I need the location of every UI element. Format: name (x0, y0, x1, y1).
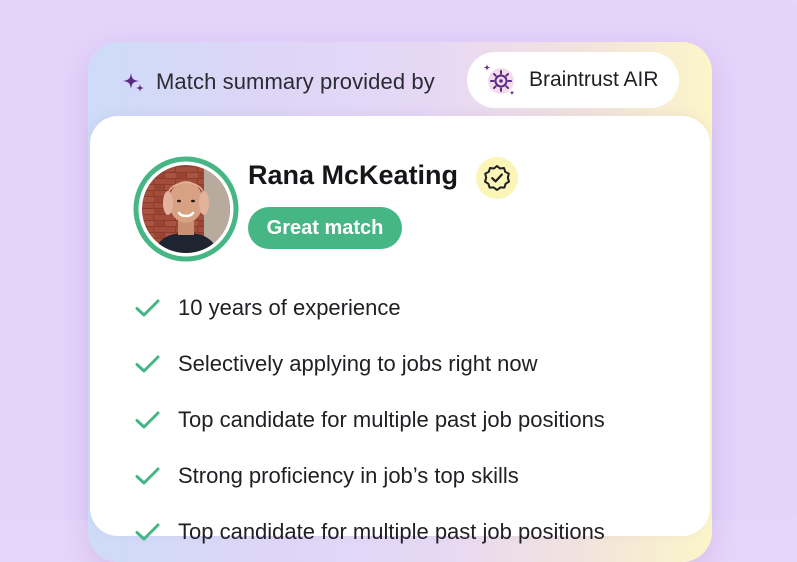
brand-pill[interactable]: Braintrust AIR (467, 52, 679, 108)
check-icon (135, 523, 160, 541)
list-item: Selectively applying to jobs right now (132, 336, 692, 392)
candidate-name: Rana McKeating (248, 160, 459, 190)
summary-label: Match summary provided by (156, 69, 435, 94)
avatar[interactable] (132, 155, 240, 263)
highlight-text: Strong proficiency in job’s top skills (178, 463, 519, 488)
sparkle-icon (123, 73, 144, 92)
match-status-badge: Great match (248, 207, 402, 249)
verified-badge (476, 157, 518, 199)
list-item: 10 years of experience (132, 280, 692, 336)
list-item: Top candidate for multiple past job posi… (132, 392, 692, 448)
highlight-text: Top candidate for multiple past job posi… (178, 407, 605, 432)
verified-badge-icon (484, 165, 510, 191)
highlight-list: 10 years of experience Selectively apply… (132, 280, 692, 560)
list-item: Top candidate for multiple past job posi… (132, 504, 692, 560)
summary-header: Match summary provided by (120, 58, 435, 106)
background: Match summary provided by Braintrust AIR (0, 0, 797, 562)
check-icon (135, 467, 160, 485)
brand-name: Braintrust AIR (529, 68, 659, 91)
highlight-text: 10 years of experience (178, 295, 401, 320)
list-item: Strong proficiency in job’s top skills (132, 448, 692, 504)
check-icon (135, 411, 160, 429)
highlight-text: Top candidate for multiple past job posi… (178, 519, 605, 544)
braintrust-air-logo-icon (483, 64, 515, 96)
check-icon (135, 299, 160, 317)
check-icon (135, 355, 160, 373)
highlight-text: Selectively applying to jobs right now (178, 351, 538, 376)
